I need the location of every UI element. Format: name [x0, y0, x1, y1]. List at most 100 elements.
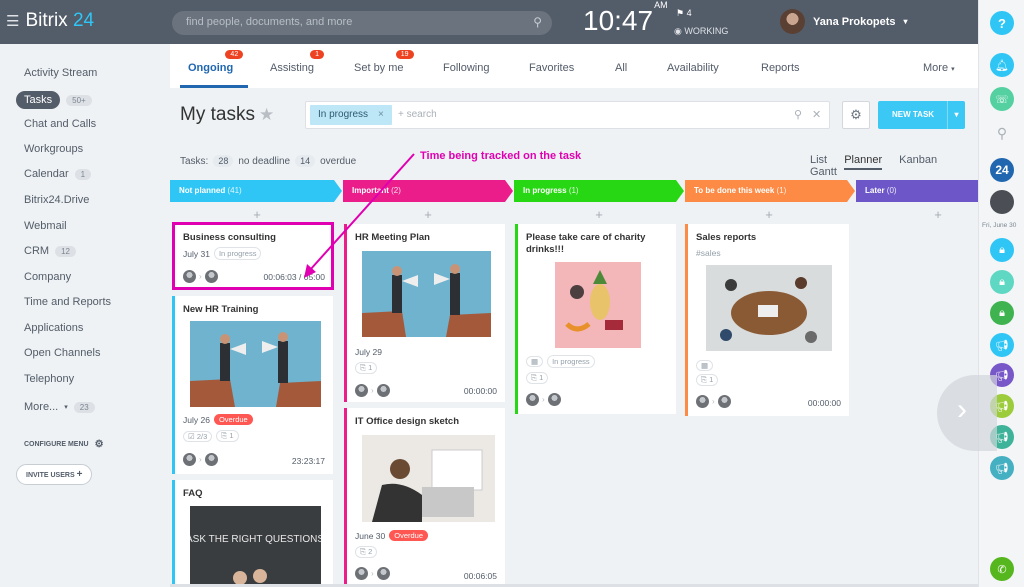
chat-icon[interactable]: ☏ — [990, 87, 1014, 111]
overdue-label[interactable]: overdue — [320, 156, 356, 167]
column-header-later[interactable]: Later (0) — [856, 180, 978, 202]
sidebar-item-more[interactable]: More... ▾ 23 — [24, 401, 95, 413]
files-badge[interactable]: ⎘ 2 — [355, 546, 378, 558]
close-icon[interactable]: × — [378, 109, 384, 120]
tab-availability[interactable]: Availability — [667, 62, 719, 74]
avatar[interactable] — [376, 567, 390, 580]
tab-reports[interactable]: Reports — [761, 62, 800, 74]
star-icon[interactable]: ★ — [259, 105, 274, 124]
task-title[interactable]: Sales reports — [696, 232, 756, 244]
tab-set-by-me[interactable]: Set by me 19 — [354, 50, 414, 74]
chevron-down-icon[interactable]: ▾ — [947, 101, 965, 129]
tab-assisting[interactable]: Assisting 1 — [270, 50, 325, 74]
view-kanban[interactable]: Kanban — [899, 154, 937, 166]
task-timer[interactable]: 23:23:17 — [292, 456, 325, 466]
tab-more[interactable]: More ▾ — [923, 62, 955, 74]
avatar[interactable] — [204, 453, 218, 466]
user-menu[interactable]: Yana Prokopets ▾ — [780, 9, 908, 34]
add-task-icon[interactable]: + — [759, 207, 779, 222]
calendar-icon[interactable]: ▦ — [696, 360, 714, 371]
add-task-icon[interactable]: + — [589, 207, 609, 222]
sidebar-item-telephony[interactable]: Telephony — [24, 373, 74, 385]
column-header-not-planned[interactable]: Not planned (41) — [170, 180, 342, 202]
flag-indicator[interactable]: ⚑ 4 — [676, 8, 692, 19]
task-card[interactable]: IT Office design sketch June 30 Overdue ⎘… — [344, 408, 505, 584]
column-header-in-progress[interactable]: In progress (1) — [514, 180, 684, 202]
tab-favorites[interactable]: Favorites — [529, 62, 574, 74]
filter-chip[interactable]: In progress × — [310, 105, 392, 125]
clock[interactable]: 10:47AM — [583, 0, 668, 37]
configure-menu-button[interactable]: CONFIGURE MENU ⚙ — [24, 439, 104, 450]
task-card[interactable]: HR Meeting Plan July 29 ⎘ 1 › 00:00:00 — [344, 224, 505, 402]
sidebar-item-tasks[interactable]: Tasks 50+ — [16, 91, 92, 109]
sidebar-item-webmail[interactable]: Webmail — [24, 220, 67, 232]
files-badge[interactable]: ⎘ 1 — [355, 362, 378, 374]
megaphone-icon[interactable]: 📢︎ — [990, 333, 1014, 357]
task-hashtag[interactable]: #sales — [696, 248, 721, 258]
view-planner[interactable]: Planner — [844, 154, 883, 170]
user-avatar-icon[interactable] — [990, 190, 1014, 214]
lock-icon[interactable]: 🔒︎ — [990, 270, 1014, 294]
task-title[interactable]: FAQ — [183, 488, 203, 500]
checklist-badge[interactable]: ☑ 2/3 — [183, 430, 213, 442]
close-icon[interactable]: ✕ — [812, 108, 821, 121]
sidebar-item-workgroups[interactable]: Workgroups — [24, 143, 83, 155]
sidebar-item-open-channels[interactable]: Open Channels — [24, 347, 100, 359]
sidebar-item-time-reports[interactable]: Time and Reports — [24, 296, 111, 308]
avatar[interactable] — [717, 395, 731, 408]
task-title[interactable]: HR Meeting Plan — [355, 232, 430, 244]
avatar[interactable] — [355, 567, 368, 580]
column-header-this-week[interactable]: To be done this week (1) — [685, 180, 855, 202]
tab-all[interactable]: All — [615, 62, 627, 74]
sidebar-item-activity-stream[interactable]: Activity Stream — [24, 67, 97, 79]
work-status[interactable]: ◉ WORKING — [674, 26, 728, 37]
lock-icon[interactable]: 🔒︎ — [990, 238, 1014, 262]
bitrix24-app-icon[interactable]: 24 — [990, 158, 1014, 182]
view-list[interactable]: List — [810, 154, 827, 166]
task-timer[interactable]: 00:06:05 — [464, 571, 497, 581]
add-task-icon[interactable]: + — [247, 207, 267, 222]
search-icon[interactable]: ⚲ — [794, 108, 802, 121]
bell-icon[interactable]: 🔔︎ — [990, 53, 1014, 77]
sidebar-item-crm[interactable]: CRM 12 — [24, 245, 76, 257]
phone-icon[interactable]: ✆ — [990, 557, 1014, 581]
search-icon[interactable]: ⚲ — [990, 121, 1014, 145]
search-icon[interactable]: ⚲ — [533, 15, 542, 29]
new-task-button[interactable]: NEW TASK ▾ — [878, 101, 965, 129]
task-card[interactable]: Sales reports #sales ▦ ⎘ 1 › 00:00:00 — [685, 224, 849, 416]
avatar[interactable] — [376, 384, 390, 397]
invite-users-button[interactable]: INVITE USERS + — [16, 464, 93, 485]
sidebar-item-company[interactable]: Company — [24, 271, 71, 283]
help-icon[interactable]: ? — [990, 11, 1014, 35]
task-timer[interactable]: 00:00:00 — [464, 386, 497, 396]
lock-icon[interactable]: 🔒︎ — [990, 301, 1014, 325]
task-title[interactable]: Please take care of charity drinks!!! — [526, 232, 666, 256]
files-badge[interactable]: ⎘ 1 — [216, 430, 239, 442]
sidebar-item-drive[interactable]: Bitrix24.Drive — [24, 194, 89, 206]
task-title[interactable]: New HR Training — [183, 304, 258, 316]
logo[interactable]: ☰ Bitrix 24 — [6, 10, 94, 32]
task-card[interactable]: FAQ ASK THE RIGHT QUESTIONS — [172, 480, 333, 584]
add-task-icon[interactable]: + — [928, 207, 948, 222]
sidebar-item-calendar[interactable]: Calendar 1 — [24, 168, 92, 180]
sidebar-item-applications[interactable]: Applications — [24, 322, 83, 334]
tab-ongoing[interactable]: Ongoing 42 — [188, 50, 244, 74]
view-gantt[interactable]: Gantt — [810, 166, 837, 178]
files-badge[interactable]: ⎘ 1 — [526, 372, 549, 384]
column-header-important[interactable]: Important (2) — [343, 180, 513, 202]
sidebar-item-chat[interactable]: Chat and Calls — [24, 118, 96, 130]
add-task-icon[interactable]: + — [418, 207, 438, 222]
hamburger-icon[interactable]: ☰ — [6, 12, 19, 30]
avatar[interactable] — [696, 395, 709, 408]
files-badge[interactable]: ⎘ 1 — [696, 374, 719, 386]
tab-following[interactable]: Following — [443, 62, 489, 74]
avatar[interactable] — [526, 393, 539, 406]
next-arrow-button[interactable]: › — [937, 375, 997, 451]
no-deadline-label[interactable]: no deadline — [238, 156, 290, 167]
task-title[interactable]: IT Office design sketch — [355, 416, 459, 428]
megaphone-icon[interactable]: 📢︎ — [990, 456, 1014, 480]
calendar-icon[interactable]: ▦ — [526, 356, 544, 367]
avatar[interactable] — [547, 393, 561, 406]
global-search-input[interactable]: find people, documents, and more ⚲ — [172, 11, 552, 35]
task-card[interactable]: New HR Training July 26 Overdue ☑ 2/3 ⎘ 1 … — [172, 296, 333, 474]
